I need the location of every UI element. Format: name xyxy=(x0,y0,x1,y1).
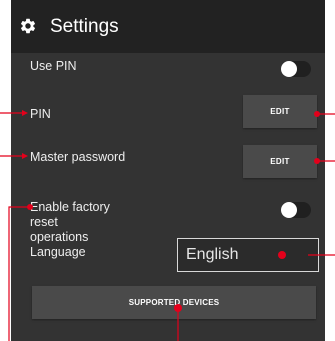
factory-reset-label-line-1: Enable factory xyxy=(30,200,110,214)
language-select[interactable]: English xyxy=(177,238,319,272)
page-title: Settings xyxy=(50,16,119,37)
factory-reset-label-line-2: reset xyxy=(30,215,58,229)
toggle-knob xyxy=(281,61,297,77)
toggle-knob xyxy=(281,202,297,218)
supported-devices-button[interactable]: SUPPORTED DEVICES xyxy=(32,286,316,319)
use-pin-toggle[interactable] xyxy=(281,61,311,77)
use-pin-label: Use PIN xyxy=(30,59,77,73)
factory-reset-label-line-3: operations xyxy=(30,230,89,244)
settings-screen: Settings Use PIN PIN EDIT Master passwor… xyxy=(11,0,325,341)
edit-pin-button[interactable]: EDIT xyxy=(243,95,317,128)
gear-icon xyxy=(20,18,36,34)
header-bar: Settings xyxy=(11,0,325,53)
factory-reset-toggle[interactable] xyxy=(281,202,311,218)
master-password-label: Master password xyxy=(30,150,126,164)
edit-master-password-button[interactable]: EDIT xyxy=(243,145,317,178)
language-label: Language xyxy=(30,245,86,259)
pin-label: PIN xyxy=(30,107,51,121)
